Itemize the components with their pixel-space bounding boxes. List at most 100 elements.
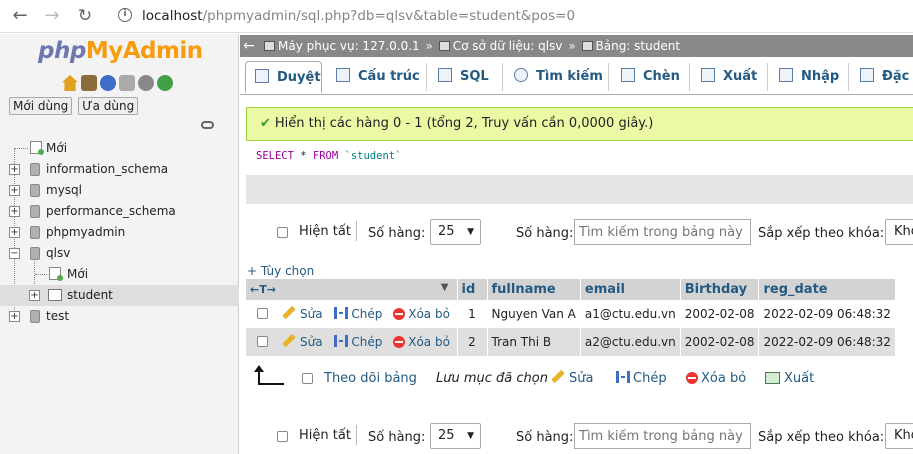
- column-header-reg-date[interactable]: reg_date: [758, 279, 896, 300]
- expand-icon[interactable]: +: [9, 185, 20, 196]
- tab-browse[interactable]: Duyệt: [245, 61, 322, 93]
- tab-import[interactable]: Nhập: [779, 61, 839, 93]
- edit-row-button[interactable]: Sửa: [282, 305, 323, 321]
- forward-arrow-icon[interactable]: →: [40, 4, 64, 28]
- reload-icon[interactable]: ↻: [73, 4, 97, 28]
- success-message: ✔ Hiển thị các hàng 0 - 1 (tổng 2, Truy v…: [246, 107, 913, 141]
- bulk-export-button[interactable]: Xuất: [765, 371, 814, 386]
- rows-per-page-select[interactable]: 25 ▼: [430, 423, 481, 449]
- logout-icon[interactable]: [81, 75, 97, 91]
- cell-birthday[interactable]: 2002-02-08: [680, 300, 760, 328]
- favorite-tables-button[interactable]: Ưa dùng: [78, 97, 139, 115]
- tab-insert[interactable]: Chèn: [621, 61, 680, 93]
- cell-id[interactable]: 2: [457, 328, 488, 356]
- bulk-edit-button[interactable]: Sửa: [551, 369, 593, 386]
- options-link[interactable]: + Tùy chọn: [247, 264, 314, 278]
- expand-icon[interactable]: +: [9, 311, 20, 322]
- reload-navigation-icon[interactable]: [157, 75, 173, 91]
- documentation-icon[interactable]: [119, 75, 135, 91]
- column-header-fullname[interactable]: fullname: [487, 279, 581, 300]
- row-checkbox[interactable]: [257, 336, 268, 347]
- filter-rows-input[interactable]: [574, 219, 751, 245]
- cell-email[interactable]: a1@ctu.edu.vn: [580, 300, 681, 328]
- check-all-checkbox[interactable]: [302, 373, 313, 384]
- tab-export[interactable]: Xuất: [701, 61, 757, 93]
- cell-fullname[interactable]: Tran Thi B: [487, 328, 581, 356]
- delete-icon: [686, 372, 698, 384]
- tree-item-phpmyadmin[interactable]: + phpmyadmin: [0, 222, 239, 243]
- address-bar[interactable]: localhost/phpmyadmin/sql.php?db=qlsv&tab…: [142, 8, 575, 24]
- cell-reg-date[interactable]: 2022-02-09 06:48:32: [758, 328, 896, 356]
- column-header-id[interactable]: id: [457, 279, 488, 300]
- expand-icon[interactable]: +: [29, 290, 40, 301]
- check-all-label[interactable]: Theo dõi bảng: [324, 371, 417, 386]
- cell-email[interactable]: a2@ctu.edu.vn: [580, 328, 681, 356]
- site-info-icon[interactable]: i: [118, 8, 132, 22]
- breadcrumb-server[interactable]: Máy phục vụ: 127.0.0.1: [278, 39, 420, 53]
- tree-item-information-schema[interactable]: + information_schema: [0, 159, 239, 180]
- tree-item-qlsv[interactable]: − qlsv: [0, 243, 239, 264]
- help-icon[interactable]: [100, 75, 116, 91]
- show-all-checkbox[interactable]: [277, 431, 288, 442]
- rows-per-page-select[interactable]: 25 ▼: [430, 219, 481, 245]
- pencil-icon: [282, 333, 296, 348]
- left-right-arrow-icon[interactable]: ←T→: [250, 283, 276, 296]
- column-header-birthday[interactable]: Birthday: [680, 279, 760, 300]
- recent-tables-button[interactable]: Mới dùng: [9, 97, 73, 115]
- home-icon[interactable]: [62, 75, 78, 91]
- nav-icon-bar: [62, 75, 173, 91]
- bulk-delete-button[interactable]: Xóa bỏ: [686, 371, 746, 386]
- expand-icon[interactable]: +: [9, 206, 20, 217]
- bulk-copy-button[interactable]: Chép: [616, 371, 667, 386]
- tab-more[interactable]: Đặc: [860, 61, 909, 93]
- delete-icon: [393, 308, 406, 320]
- cell-fullname[interactable]: Nguyen Van A: [487, 300, 581, 328]
- copy-row-button[interactable]: Chép: [334, 307, 382, 321]
- collapse-panel-arrow-icon[interactable]: ←: [243, 35, 258, 57]
- cell-id[interactable]: 1: [457, 300, 488, 328]
- expand-icon[interactable]: +: [9, 164, 20, 175]
- column-header-email[interactable]: email: [580, 279, 681, 300]
- pencil-icon: [551, 369, 565, 384]
- delete-row-button[interactable]: Xóa bỏ: [393, 307, 450, 321]
- expand-icon[interactable]: +: [9, 227, 20, 238]
- link-with-main-panel-icon[interactable]: [201, 121, 214, 129]
- sql-icon: [438, 68, 452, 82]
- show-all-checkbox[interactable]: [277, 227, 288, 238]
- tree-item-performance-schema[interactable]: + performance_schema: [0, 201, 239, 222]
- tab-structure[interactable]: Cấu trúc: [336, 61, 420, 93]
- copy-row-button[interactable]: Chép: [334, 335, 382, 349]
- table-top-menu: Duyệt Cấu trúc SQL Tìm kiếm Chèn Xuất Nh…: [240, 57, 913, 95]
- tree-label: qlsv: [46, 246, 71, 260]
- table-row: Sửa Chép Xóa bỏ 1 Nguyen Van A a1@ctu.ed…: [246, 300, 896, 328]
- database-icon: [30, 205, 40, 218]
- row-checkbox[interactable]: [257, 308, 268, 319]
- cell-birthday[interactable]: 2002-02-08: [680, 328, 760, 356]
- row-actions: Sửa Chép Xóa bỏ: [246, 300, 458, 328]
- tab-sql[interactable]: SQL: [438, 61, 489, 93]
- tree-item-mysql[interactable]: + mysql: [0, 180, 239, 201]
- delete-row-button[interactable]: Xóa bỏ: [393, 335, 450, 349]
- tab-search[interactable]: Tìm kiếm: [514, 61, 603, 93]
- phpmyadmin-logo[interactable]: phpMyAdmin: [38, 38, 203, 64]
- sql-query-text[interactable]: SELECT * FROM `student`: [256, 150, 401, 162]
- collapse-icon[interactable]: −: [9, 248, 20, 259]
- breadcrumb-database[interactable]: Cơ sở dữ liệu: qlsv: [453, 39, 563, 53]
- sort-direction-icon[interactable]: ▼: [441, 282, 449, 293]
- cell-reg-date[interactable]: 2022-02-09 06:48:32: [758, 300, 896, 328]
- tree-item-qlsv-new[interactable]: Mới: [0, 264, 239, 285]
- import-icon: [779, 68, 793, 82]
- tree-item-student[interactable]: + student: [0, 285, 239, 306]
- back-arrow-icon[interactable]: ←: [8, 4, 32, 28]
- database-icon: [30, 247, 40, 260]
- sort-by-key-select[interactable]: Khô: [885, 423, 913, 449]
- sort-by-key-select[interactable]: Khô: [885, 219, 913, 245]
- edit-row-button[interactable]: Sửa: [282, 333, 323, 349]
- settings-gear-icon[interactable]: [138, 75, 154, 91]
- tree-item-test[interactable]: + test: [0, 306, 239, 327]
- tree-item-new[interactable]: Mới: [0, 138, 239, 159]
- filter-rows-input[interactable]: [574, 423, 751, 449]
- breadcrumb-table[interactable]: Bảng: student: [596, 39, 681, 53]
- rows-label: Số hàng:: [368, 226, 426, 241]
- results-table: ←T→ ▼ id fullname email Birthday reg_dat…: [246, 279, 896, 356]
